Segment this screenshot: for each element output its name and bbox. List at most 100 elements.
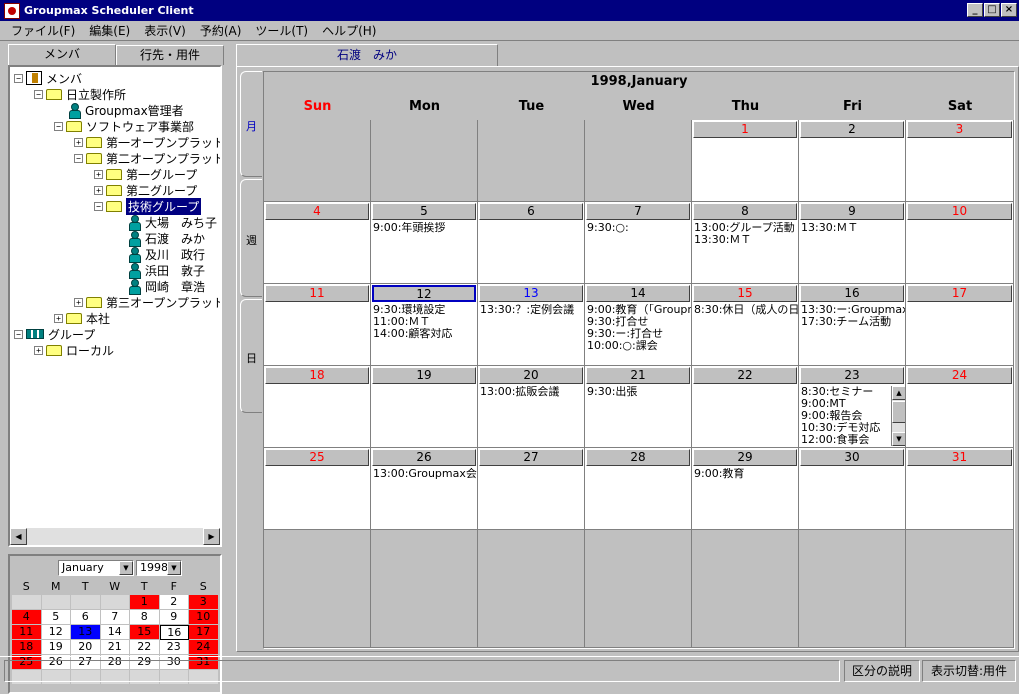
mini-calendar-day[interactable]: 21 — [100, 640, 130, 655]
schedule-entry[interactable]: 9:30:ー:打合せ — [587, 328, 691, 340]
tree-horizontal-scrollbar[interactable]: ◀ ▶ — [10, 528, 220, 545]
day-number[interactable]: 26 — [372, 449, 476, 466]
schedule-entry[interactable]: 9:30:打合せ — [587, 316, 691, 328]
day-cell[interactable]: 11 — [264, 284, 371, 366]
member-name-tab[interactable]: 石渡 みか — [236, 44, 498, 66]
day-number[interactable]: 7 — [586, 203, 690, 220]
day-number[interactable]: 12 — [372, 285, 476, 302]
day-cell[interactable]: 24 — [906, 366, 1014, 448]
schedule-entry[interactable]: 11:00:ＭＴ — [373, 316, 477, 328]
menu-help[interactable]: ヘルプ(H) — [315, 22, 383, 39]
day-cell[interactable]: 22 — [692, 366, 799, 448]
mini-calendar-day[interactable]: 22 — [130, 640, 160, 655]
scroll-left-icon[interactable]: ◀ — [10, 528, 27, 545]
view-tab-month[interactable]: 月 — [240, 71, 262, 177]
collapse-icon[interactable]: − — [54, 121, 63, 131]
day-number[interactable]: 1 — [693, 121, 797, 138]
day-cell[interactable]: 2 — [799, 120, 906, 202]
day-number[interactable]: 18 — [265, 367, 369, 384]
collapse-icon[interactable]: − — [94, 201, 103, 211]
mini-calendar-day[interactable]: 4 — [12, 610, 42, 625]
tree-node[interactable]: − グループ — [14, 326, 95, 342]
schedule-entry[interactable]: 14:00:顧客対応 — [373, 328, 477, 340]
mini-calendar-day[interactable]: 1 — [130, 595, 160, 610]
schedule-entry[interactable]: 9:00:報告会 — [801, 410, 890, 422]
expand-icon[interactable]: + — [74, 297, 83, 307]
mini-calendar-day[interactable]: 8 — [130, 610, 160, 625]
mini-calendar-day[interactable]: 19 — [41, 640, 71, 655]
mini-calendar-day[interactable]: 6 — [71, 610, 101, 625]
view-tab-day[interactable]: 日 — [240, 299, 262, 413]
day-number[interactable]: 9 — [800, 203, 904, 220]
chevron-down-icon[interactable]: ▼ — [119, 561, 133, 575]
schedule-entry[interactable]: 13:30:ー:Groupmax — [801, 304, 905, 316]
tab-members[interactable]: メンバ — [8, 44, 116, 65]
minimize-button[interactable]: _ — [967, 3, 983, 17]
day-number[interactable]: 25 — [265, 449, 369, 466]
day-number[interactable]: 27 — [479, 449, 583, 466]
mini-calendar-day[interactable]: 17 — [189, 625, 219, 640]
day-number[interactable]: 22 — [693, 367, 797, 384]
day-number[interactable]: 20 — [479, 367, 583, 384]
schedule-entry[interactable]: 12:00:食事会 — [801, 434, 890, 446]
schedule-entry[interactable]: 9:30:出張 — [587, 386, 691, 398]
day-number[interactable]: 4 — [265, 203, 369, 220]
tab-destinations[interactable]: 行先・用件 — [116, 45, 224, 65]
tree-node[interactable]: + ローカル — [34, 342, 114, 358]
mini-calendar-day[interactable]: 20 — [71, 640, 101, 655]
menu-edit[interactable]: 編集(E) — [82, 22, 137, 39]
mini-calendar-day[interactable]: 11 — [12, 625, 42, 640]
day-number[interactable]: 23 — [800, 367, 904, 384]
tree-node[interactable]: 石渡 みか — [114, 230, 205, 247]
tree-node[interactable]: − 技術グループ — [94, 197, 202, 215]
mini-calendar-day[interactable]: 9 — [159, 610, 189, 625]
day-cell[interactable]: 13 13:30:？:定例会議 — [478, 284, 585, 366]
view-tab-week[interactable]: 週 — [240, 179, 262, 297]
year-select[interactable]: 1998 ▼ — [136, 560, 182, 576]
day-cell[interactable]: 9 13:30:ＭＴ — [799, 202, 906, 284]
menu-reserve[interactable]: 予約(A) — [193, 22, 249, 39]
tree-node[interactable]: + 本社 — [54, 310, 110, 326]
day-number[interactable]: 3 — [907, 121, 1012, 138]
day-number[interactable]: 5 — [372, 203, 476, 220]
mini-calendar-day[interactable]: 10 — [189, 610, 219, 625]
schedule-entry[interactable]: 13:30:ＭＴ — [801, 222, 905, 234]
day-cell[interactable]: 19 — [371, 366, 478, 448]
day-cell[interactable]: 23 8:30:セミナー 9:00:MT 9:00:報告会 10:30:デモ対応 1… — [799, 366, 906, 448]
day-cell[interactable]: 30 — [799, 448, 906, 530]
day-number[interactable]: 30 — [800, 449, 904, 466]
schedule-entry[interactable]: 9:00:MT — [801, 398, 890, 410]
day-number[interactable]: 24 — [907, 367, 1012, 384]
close-button[interactable]: × — [1001, 3, 1017, 17]
tree-node[interactable]: + 第二グループ — [94, 182, 197, 198]
day-number[interactable]: 31 — [907, 449, 1012, 466]
day-cell[interactable]: 6 — [478, 202, 585, 284]
day-cell[interactable]: 28 — [585, 448, 692, 530]
menu-file[interactable]: ファイル(F) — [4, 22, 82, 39]
day-number[interactable]: 19 — [372, 367, 476, 384]
schedule-entry[interactable]: 13:00:Groupmax会議 — [373, 468, 477, 480]
day-cell[interactable]: 31 — [906, 448, 1014, 530]
day-cell[interactable]: 4 — [264, 202, 371, 284]
mini-calendar-day[interactable]: 2 — [159, 595, 189, 610]
tree-node[interactable]: − ソフトウェア事業部 — [54, 118, 194, 134]
scroll-track[interactable] — [27, 528, 203, 545]
mini-calendar-day[interactable]: 12 — [41, 625, 71, 640]
app-icon[interactable] — [4, 2, 20, 19]
mini-calendar-day[interactable]: 3 — [189, 595, 219, 610]
schedule-entry[interactable]: 9:00:年頭挨拶 — [373, 222, 477, 234]
day-cell[interactable]: 1 — [692, 120, 799, 202]
schedule-entry[interactable]: 13:30:？:定例会議 — [480, 304, 584, 316]
mini-calendar-day[interactable]: 13 — [71, 625, 101, 640]
day-cell[interactable]: 25 — [264, 448, 371, 530]
day-cell[interactable]: 10 — [906, 202, 1014, 284]
scroll-right-icon[interactable]: ▶ — [203, 528, 220, 545]
tree-node[interactable]: 及川 政行 — [114, 246, 205, 263]
schedule-entry[interactable]: 17:30:チーム活動 — [801, 316, 905, 328]
collapse-icon[interactable]: − — [14, 329, 23, 339]
schedule-entry[interactable]: 13:30:ＭＴ — [694, 234, 798, 246]
schedule-entry[interactable]: 9:30:環境設定 — [373, 304, 477, 316]
day-number[interactable]: 8 — [693, 203, 797, 220]
day-number[interactable]: 10 — [907, 203, 1012, 220]
schedule-entry[interactable]: 8:30:休日（成人の日） — [694, 304, 798, 316]
